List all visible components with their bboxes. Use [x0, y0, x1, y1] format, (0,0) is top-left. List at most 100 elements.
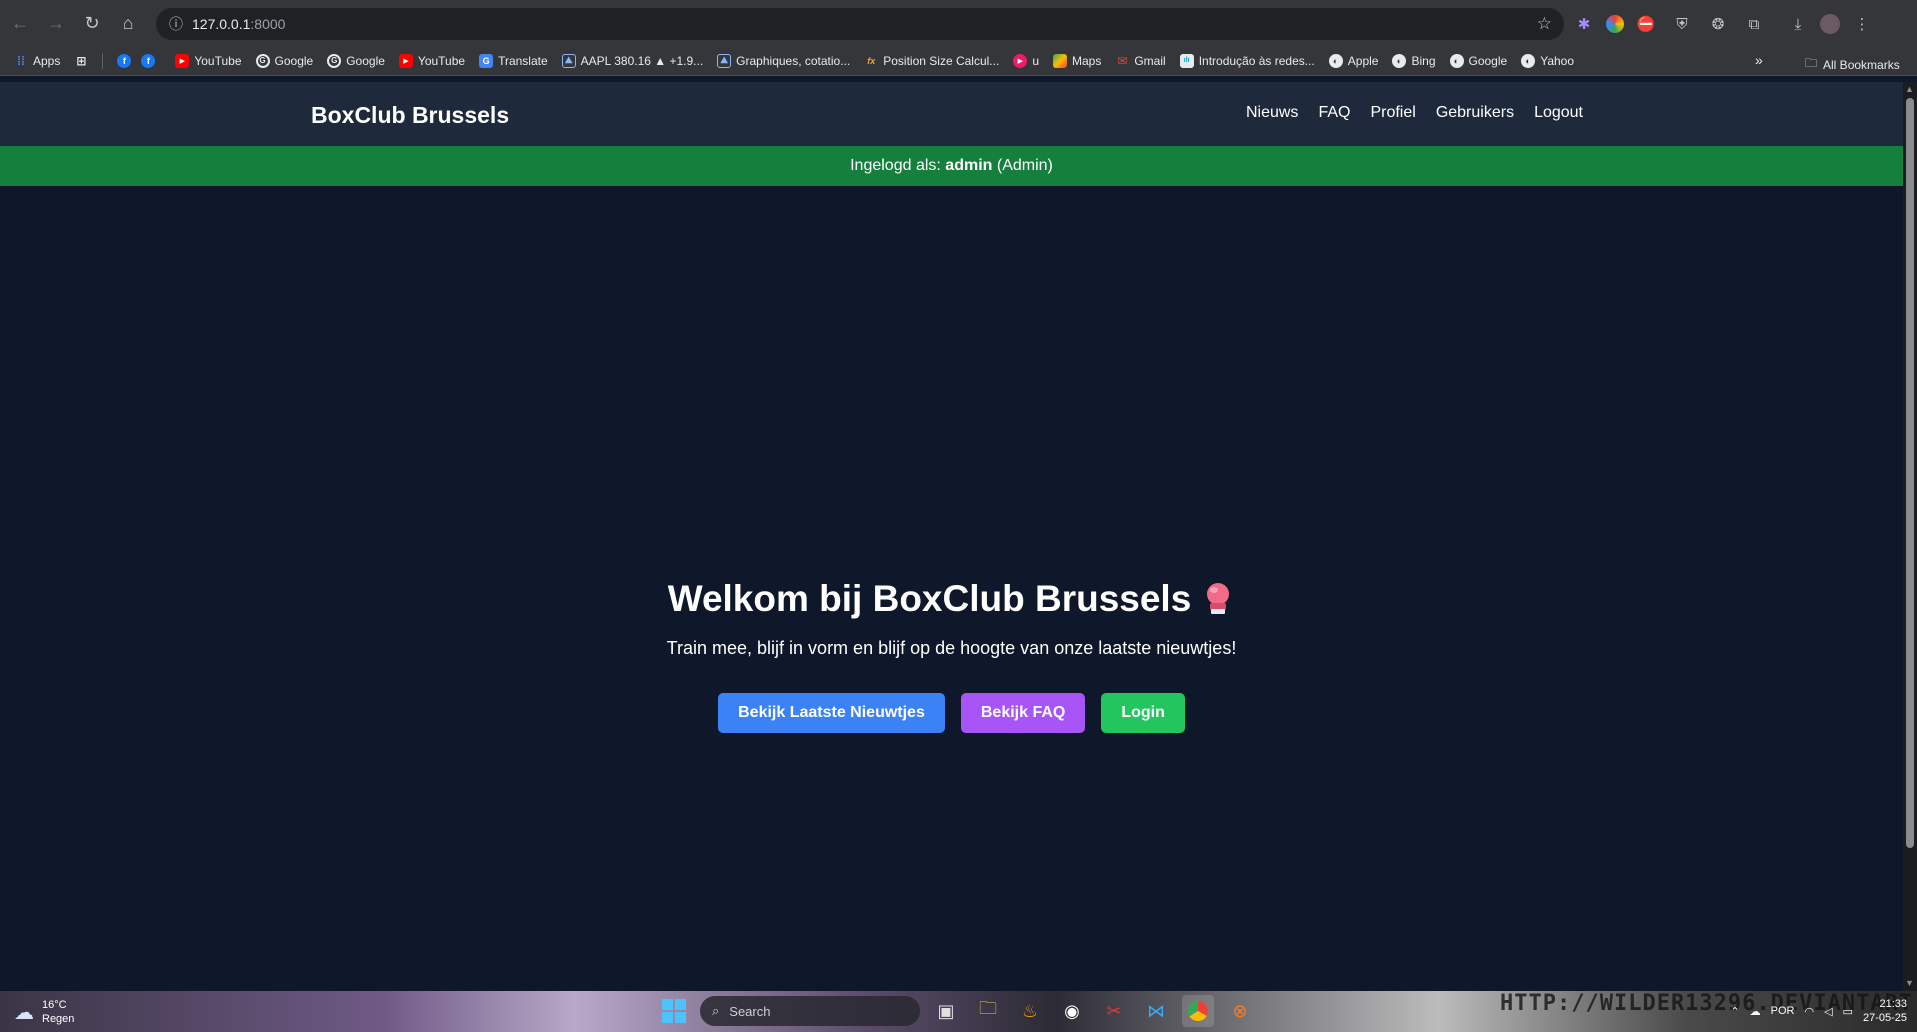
rain-cloud-icon: ☁ [14, 1001, 34, 1024]
globe-icon: ◐ [1521, 53, 1536, 68]
extension-shield-icon[interactable]: ⛨ [1668, 10, 1696, 38]
google-icon: G [255, 53, 270, 68]
folder-icon: 🗀 [1805, 56, 1818, 70]
home-icon[interactable]: ⌂ [110, 5, 146, 41]
bookmark-grid[interactable]: ⊞ [74, 54, 88, 68]
chart-icon: ⛰ [717, 53, 732, 68]
extensions-area: ✱ ⛔ ⛨ ❂ ⧉ ⤓ ⋮ [1570, 8, 1876, 40]
battery-icon[interactable]: ▭ [1843, 1005, 1853, 1018]
view-news-button[interactable]: Bekijk Laatste Nieuwtjes [718, 693, 945, 733]
url-text: 127.0.0.1:8000 [192, 16, 286, 32]
bookmark-translate[interactable]: G Translate [479, 53, 548, 68]
chrome-icon[interactable] [1182, 995, 1214, 1027]
globe-icon: ◐ [1328, 53, 1343, 68]
download-icon[interactable]: ⤓ [1784, 10, 1812, 38]
extensions-puzzle-icon[interactable]: ⧉ [1740, 10, 1768, 38]
nav-faq[interactable]: FAQ [1318, 104, 1350, 122]
chart-icon: ⛰ [561, 53, 576, 68]
scroll-up-icon[interactable]: ▲ [1905, 84, 1914, 94]
bookmarks-overflow-icon[interactable]: » [1755, 52, 1763, 68]
volume-icon[interactable]: ◁ [1824, 1005, 1832, 1018]
site-nav: Nieuws FAQ Profiel Gebruikers Logout [1246, 104, 1583, 122]
weather-widget[interactable]: ☁ 16°C Regen [14, 998, 74, 1026]
language-indicator[interactable]: POR [1771, 1005, 1795, 1017]
task-view-icon[interactable]: ▣ [930, 995, 962, 1027]
bookmark-u[interactable]: ▶ u [1013, 53, 1039, 68]
bookmark-youtube-1[interactable]: ▶ YouTube [175, 53, 242, 68]
bookmark-facebook-2[interactable]: f [141, 53, 156, 68]
hero-title: Welkom bij BoxClub Brussels [0, 578, 1903, 620]
reload-icon[interactable]: ↻ [74, 5, 110, 41]
nav-gebruikers[interactable]: Gebruikers [1436, 104, 1514, 122]
cisco-icon: ılı [1179, 53, 1194, 68]
google-icon: G [327, 53, 342, 68]
bookmark-separator [102, 52, 104, 69]
nav-profiel[interactable]: Profiel [1370, 104, 1415, 122]
menu-dots-icon[interactable]: ⋮ [1848, 10, 1876, 38]
onedrive-icon[interactable]: ☁ [1750, 1005, 1761, 1018]
windows-start-icon[interactable] [658, 995, 690, 1027]
youtube-icon: ▶ [175, 53, 190, 68]
system-clock[interactable]: 21:33 27-05-25 [1863, 997, 1907, 1025]
profile-avatar-icon[interactable] [1820, 14, 1840, 34]
bookmark-google-2[interactable]: G Google [327, 53, 385, 68]
bookmark-gmail[interactable]: ✉ Gmail [1115, 54, 1165, 68]
bookmark-apps[interactable]: ⁞⁞ Apps [14, 54, 60, 68]
bookmarks-bar: ⁞⁞ Apps ⊞ f f ▶ YouTube G Google G Google ▶ Y… [0, 46, 1917, 76]
all-bookmarks-folder[interactable]: 🗀 All Bookmarks [1805, 54, 1900, 75]
github-icon[interactable]: ◉ [1056, 995, 1088, 1027]
extension-block-icon[interactable]: ⛔ [1632, 10, 1660, 38]
bookmark-position-size[interactable]: fx Position Size Calcul... [864, 54, 999, 68]
bookmark-bing[interactable]: ◐ Bing [1392, 53, 1436, 68]
taskbar-search-placeholder: Search [729, 1003, 771, 1019]
scroll-thumb[interactable] [1906, 98, 1914, 848]
extension-openai-icon[interactable]: ❂ [1704, 10, 1732, 38]
apps-grid-icon: ⁞⁞ [17, 53, 25, 68]
login-button[interactable]: Login [1101, 693, 1185, 733]
site-brand[interactable]: BoxClub Brussels [311, 102, 509, 129]
bookmark-yahoo[interactable]: ◐ Yahoo [1521, 53, 1574, 68]
site-info-icon[interactable]: ⓘ [160, 8, 192, 40]
bookmark-star-icon[interactable]: ☆ [1537, 14, 1552, 34]
nav-nieuws[interactable]: Nieuws [1246, 104, 1298, 122]
login-status-banner: Ingelogd als: admin (Admin) [0, 146, 1903, 186]
bookmark-aapl[interactable]: ⛰ AAPL 380.16 ▲ +1.9... [561, 53, 703, 68]
globe-icon: ◐ [1449, 53, 1464, 68]
forward-icon[interactable]: → [38, 5, 74, 41]
snipping-tool-icon[interactable]: ✂ [1098, 995, 1130, 1027]
bookmark-apple[interactable]: ◐ Apple [1328, 53, 1378, 68]
globe-icon: ◐ [1392, 53, 1407, 68]
view-faq-button[interactable]: Bekijk FAQ [960, 693, 1086, 733]
bookmark-google-3[interactable]: ◐ Google [1449, 53, 1507, 68]
xampp-icon[interactable]: ⊗ [1224, 995, 1256, 1027]
extension-gear-icon[interactable]: ✱ [1570, 10, 1598, 38]
fl-studio-icon[interactable]: ♨ [1014, 995, 1046, 1027]
facebook-icon: f [117, 53, 132, 68]
nav-logout[interactable]: Logout [1534, 104, 1583, 122]
tray-chevron-icon[interactable]: ⌃ [1730, 1005, 1739, 1018]
back-icon[interactable]: ← [2, 5, 38, 41]
page-scrollbar[interactable]: ▲ ▼ [1903, 82, 1917, 991]
wifi-icon[interactable]: ◠ [1804, 1005, 1814, 1018]
banner-username: admin [945, 157, 993, 174]
taskbar-search[interactable]: ⌕ Search [700, 996, 920, 1026]
grid-icon: ⊞ [76, 53, 87, 68]
clock-time: 21:33 [1879, 998, 1907, 1010]
weather-desc: Regen [42, 1013, 75, 1025]
bookmark-youtube-2[interactable]: ▶ YouTube [398, 53, 465, 68]
file-explorer-icon[interactable]: 🗀 [972, 995, 1004, 1027]
scroll-down-icon[interactable]: ▼ [1905, 978, 1914, 988]
vscode-icon[interactable]: ⋈ [1140, 995, 1172, 1027]
bookmark-graphiques[interactable]: ⛰ Graphiques, cotatio... [717, 53, 850, 68]
extension-color-icon[interactable] [1606, 15, 1624, 33]
facebook-icon: f [141, 53, 156, 68]
address-bar[interactable]: ⓘ 127.0.0.1:8000 ☆ [156, 8, 1564, 40]
search-icon: ⌕ [712, 1003, 720, 1018]
maps-icon [1053, 53, 1067, 68]
bookmark-cisco[interactable]: ılı Introdução às redes... [1179, 53, 1315, 68]
bookmark-maps[interactable]: Maps [1053, 53, 1101, 68]
taskbar-apps: ⌕ Search ▣ 🗀 ♨ ◉ ✂ ⋈ ⊗ [658, 995, 1256, 1027]
boxing-glove-icon [1207, 583, 1230, 614]
bookmark-facebook-1[interactable]: f [117, 53, 132, 68]
bookmark-google-1[interactable]: G Google [255, 53, 313, 68]
